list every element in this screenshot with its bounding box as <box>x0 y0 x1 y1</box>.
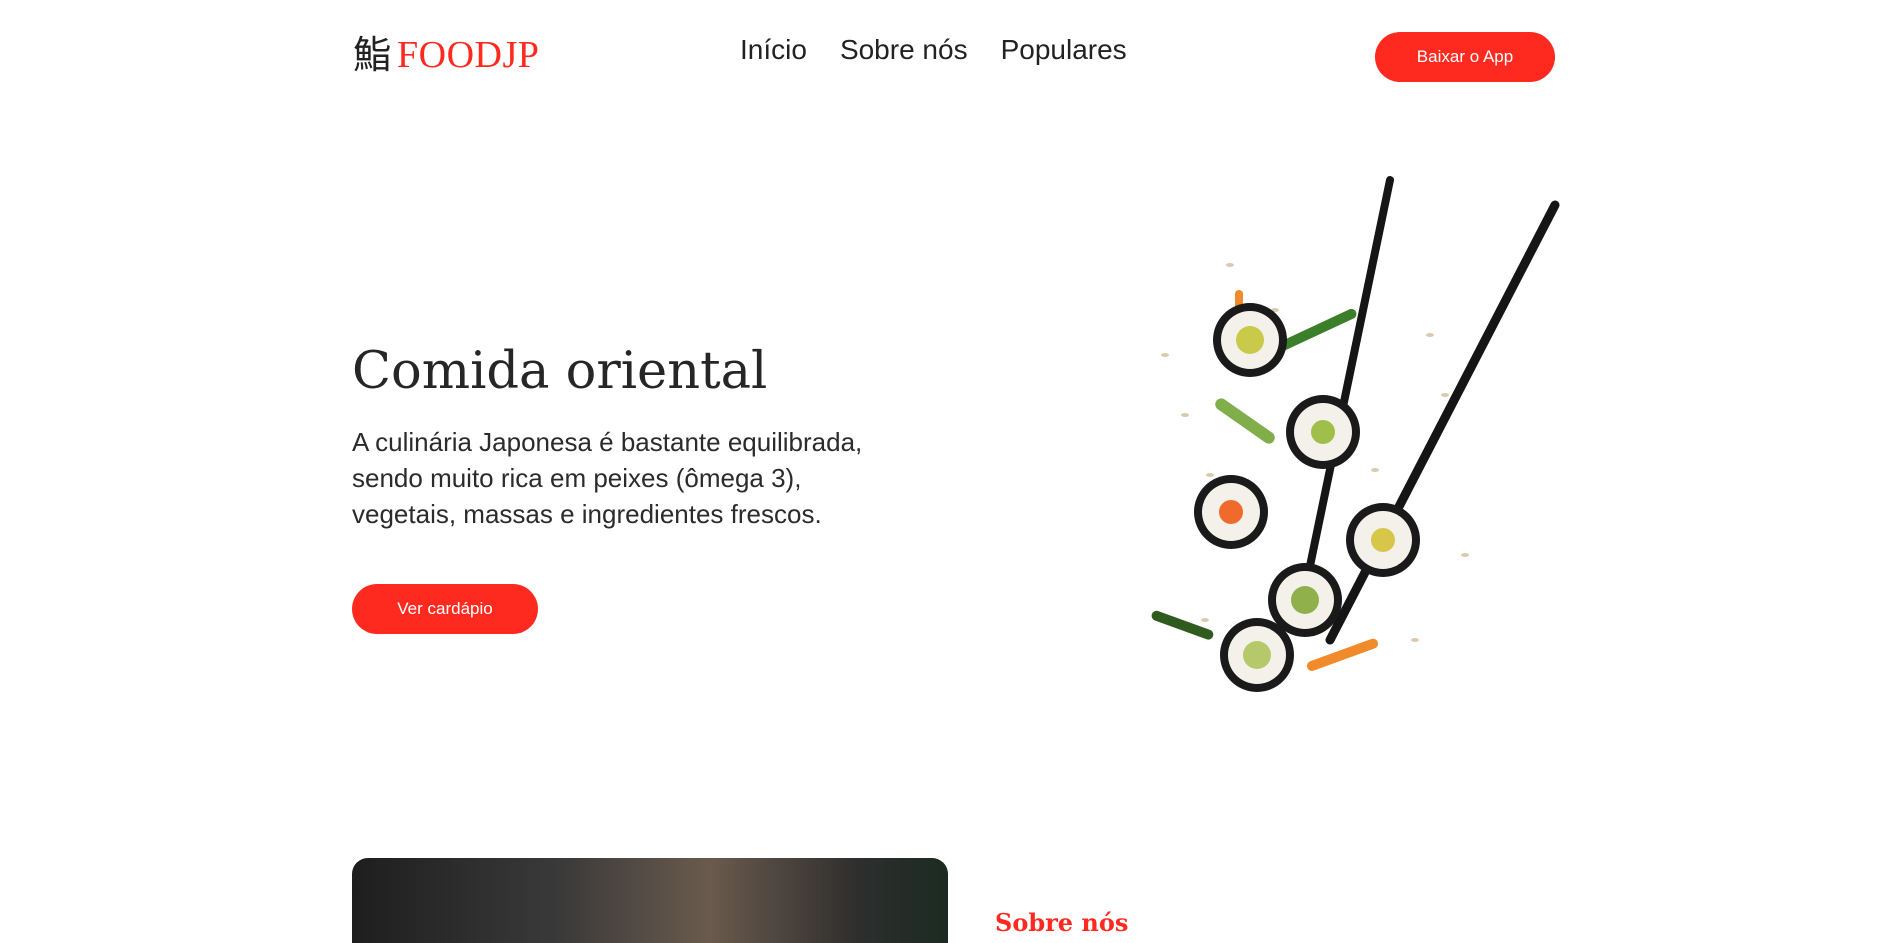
logo-text: FOODJP <box>397 34 540 76</box>
about-section-label: Sobre nós <box>995 908 1129 937</box>
hero-sushi-image <box>1145 170 1565 720</box>
about-photo <box>352 858 948 943</box>
hero-description: A culinária Japonesa é bastante equilibr… <box>352 427 863 529</box>
brand-logo[interactable]: 鮨 FOODJP <box>353 36 539 74</box>
logo-kanji-icon: 鮨 <box>353 33 392 77</box>
hero-title: Comida oriental <box>352 342 768 401</box>
nav-item-sobre-nos[interactable]: Sobre nós <box>840 34 968 66</box>
site-header: 鮨 FOODJP Início Sobre nós Populares Baix… <box>0 0 1901 112</box>
nav-item-populares[interactable]: Populares <box>1001 34 1127 66</box>
sushi-chopsticks-icon <box>1151 176 1560 692</box>
nav-item-inicio[interactable]: Início <box>740 34 807 66</box>
download-app-button[interactable]: Baixar o App <box>1375 32 1555 82</box>
main-nav: Início Sobre nós Populares <box>740 34 1127 66</box>
view-menu-button[interactable]: Ver cardápio <box>352 584 538 634</box>
